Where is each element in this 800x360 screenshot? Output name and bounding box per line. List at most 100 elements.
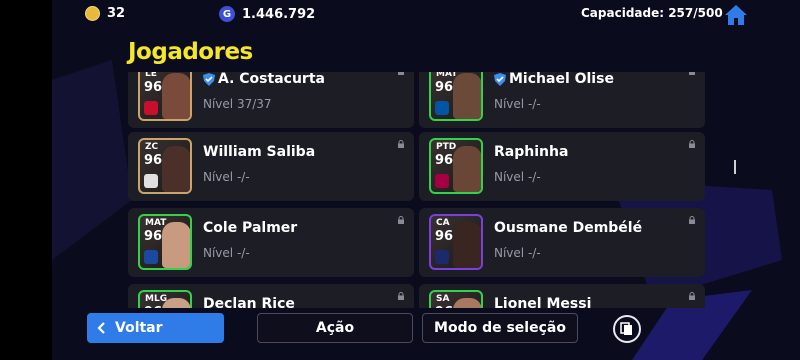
player-card-badge: LE 96 — [138, 72, 192, 121]
player-card-badge: ZC 96 — [138, 138, 192, 194]
player-rating: 96 — [435, 80, 454, 95]
player-rating: 96 — [435, 229, 454, 244]
club-crest-icon — [435, 250, 449, 264]
cards-icon — [620, 322, 632, 335]
player-name: William Saliba — [203, 144, 316, 160]
player-card[interactable]: LE 96 A. Costacurta Nível 37/37 — [128, 72, 414, 128]
player-card-badge: CA 96 — [429, 214, 483, 270]
player-portrait — [453, 298, 481, 308]
player-name: Raphinha — [494, 144, 569, 160]
player-name-row: Cole Palmer — [203, 220, 297, 236]
player-card[interactable]: SA96 Lionel Messi — [419, 284, 705, 308]
club-crest-icon — [144, 250, 158, 264]
player-card-badge: MAT 96 — [138, 214, 192, 270]
player-name-row: Ousmane Dembélé — [494, 220, 642, 236]
player-level: Nível -/- — [494, 97, 541, 111]
player-name-row: Michael Olise — [494, 72, 614, 87]
selection-mode-label: Modo de seleção — [434, 320, 566, 336]
player-level: Nível -/- — [494, 246, 541, 260]
player-card[interactable]: MAT 96 Michael Olise Nível -/- — [419, 72, 705, 128]
player-name: A. Costacurta — [218, 72, 325, 87]
club-crest-icon — [435, 101, 449, 115]
player-rating: 96 — [144, 80, 163, 95]
player-card[interactable]: MAT 96 Cole Palmer Nível -/- — [128, 208, 414, 277]
player-position: MAT — [436, 72, 458, 79]
player-portrait — [453, 73, 481, 119]
player-name: Cole Palmer — [203, 220, 298, 236]
player-list[interactable]: LE 96 A. Costacurta Nível 37/37 MAT 96 Michael… — [128, 72, 708, 308]
lock-icon — [398, 216, 404, 224]
player-name-row: A. Costacurta — [203, 72, 325, 87]
gp-coin-icon: G — [219, 6, 235, 22]
player-card-badge: PTD 96 — [429, 138, 483, 194]
player-name-row: Declan Rice — [203, 296, 295, 308]
player-position: PTD — [436, 142, 457, 152]
player-rating: 96 — [144, 305, 162, 308]
capacity-label: Capacidade: 257/500 — [581, 6, 723, 20]
player-portrait — [453, 146, 481, 192]
lock-icon — [689, 140, 695, 148]
club-crest-icon — [144, 101, 158, 115]
top-bar: 32 G 1.446.792 Capacidade: 257/500 — [52, 0, 800, 30]
player-name: Michael Olise — [509, 72, 614, 87]
player-position: ZC — [145, 142, 159, 152]
player-card[interactable]: ZC 96 William Saliba Nível -/- — [128, 132, 414, 201]
coins-value: 32 — [107, 6, 126, 21]
club-crest-icon — [435, 174, 449, 188]
lock-icon — [398, 140, 404, 148]
player-rating: 96 — [435, 153, 454, 168]
player-card-badge: MLG96 — [138, 290, 192, 308]
coin-icon — [85, 6, 100, 21]
player-card[interactable]: MLG96 Declan Rice — [128, 284, 414, 308]
player-card-badge: MAT 96 — [429, 72, 483, 121]
player-name: Ousmane Dembélé — [494, 220, 643, 236]
action-button[interactable]: Ação — [257, 313, 413, 343]
bottom-bar: Voltar Ação Modo de seleção — [52, 313, 800, 343]
gp-counter: G 1.446.792 — [219, 6, 315, 22]
player-level: Nível -/- — [203, 246, 250, 260]
action-button-label: Ação — [315, 320, 355, 336]
lock-icon — [398, 292, 404, 300]
player-position: CA — [436, 218, 450, 228]
club-crest-icon — [144, 174, 158, 188]
player-portrait — [162, 73, 190, 119]
cards-view-button[interactable] — [613, 315, 641, 343]
back-button[interactable]: Voltar — [87, 313, 224, 343]
player-position: MLG — [145, 294, 168, 304]
selection-mode-button[interactable]: Modo de seleção — [422, 313, 578, 343]
player-rating: 96 — [144, 153, 163, 168]
lock-icon — [398, 72, 404, 75]
lock-icon — [689, 72, 695, 75]
page-title: Jogadores — [128, 39, 253, 65]
chevron-left-icon — [97, 322, 105, 334]
player-portrait — [162, 146, 190, 192]
player-level: Nível -/- — [494, 170, 541, 184]
player-card-badge: SA96 — [429, 290, 483, 308]
player-position: MAT — [145, 218, 167, 228]
verified-icon — [203, 72, 215, 86]
lock-icon — [689, 216, 695, 224]
verified-icon — [494, 72, 506, 86]
player-portrait — [453, 222, 481, 268]
lock-icon — [689, 292, 695, 300]
player-name: Lionel Messi — [494, 296, 592, 308]
player-level: Nível 37/37 — [203, 97, 272, 111]
player-card[interactable]: CA 96 Ousmane Dembélé Nível -/- — [419, 208, 705, 277]
player-position: LE — [145, 72, 157, 79]
player-name-row: William Saliba — [203, 144, 315, 160]
player-name-row: Raphinha — [494, 144, 568, 160]
app-screen: 32 G 1.446.792 Capacidade: 257/500 Jogad… — [52, 0, 800, 360]
player-level: Nível -/- — [203, 170, 250, 184]
scrollbar[interactable] — [734, 160, 736, 174]
back-button-label: Voltar — [115, 320, 163, 336]
player-rating: 96 — [435, 305, 453, 308]
player-name: Declan Rice — [203, 296, 295, 308]
player-portrait — [162, 222, 190, 268]
player-name-row: Lionel Messi — [494, 296, 591, 308]
player-card[interactable]: PTD 96 Raphinha Nível -/- — [419, 132, 705, 201]
player-position: SA — [436, 294, 450, 304]
coins-counter: 32 — [85, 6, 125, 21]
player-rating: 96 — [144, 229, 163, 244]
home-icon[interactable] — [724, 4, 748, 26]
gp-value: 1.446.792 — [242, 6, 316, 22]
